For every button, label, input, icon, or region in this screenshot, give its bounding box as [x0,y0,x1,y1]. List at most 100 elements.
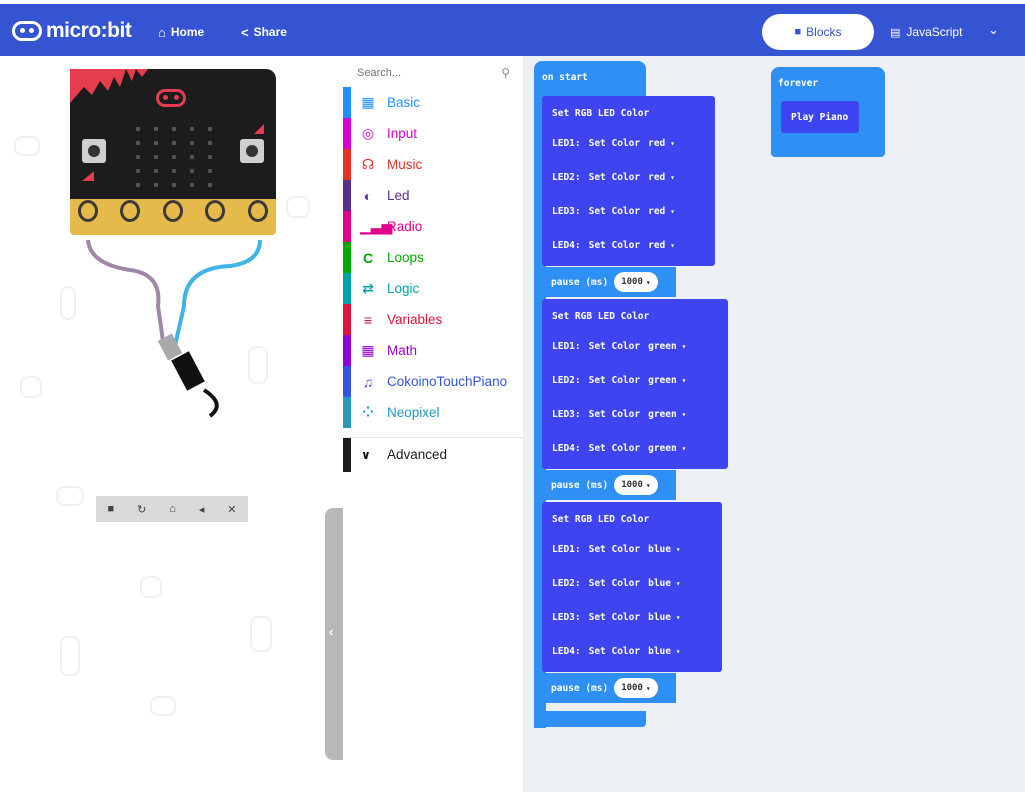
category-led[interactable]: ◐ Led [343,180,523,211]
led-label: LED2: [552,578,581,589]
led-pixel[interactable] [154,141,158,145]
toggle-icon: ◐ [363,187,373,204]
led-pixel[interactable] [208,141,212,145]
pin-1[interactable] [120,200,140,222]
spinner-icon: ⁘ [362,404,374,420]
led-pixel[interactable] [154,127,158,131]
home-button[interactable]: ⌂ Home [158,22,204,42]
led-pixel[interactable] [136,127,140,131]
chevron-down-icon[interactable]: ⌄ [988,22,999,38]
set-rgb-led-block-blue[interactable]: Set RGB LED Color LED1: Set Color blue L… [542,502,722,672]
set-rgb-led-block-green[interactable]: Set RGB LED Color LED1: Set Color green … [542,299,728,469]
slow-motion-icon[interactable]: ⌂ [169,503,176,515]
background-doodle [14,136,40,156]
pin-0[interactable] [78,200,98,222]
led-pixel[interactable] [136,169,140,173]
led-pixel[interactable] [154,155,158,159]
collapse-simulator-handle[interactable]: ‹ [325,508,343,760]
led-pixel[interactable] [172,141,176,145]
led-pixel[interactable] [154,183,158,187]
pause-block[interactable]: pause (ms) 1000 [542,470,676,500]
category-basic[interactable]: ▦ Basic [343,87,523,118]
led-row: LED2: Set Color red [552,172,675,183]
led-pixel[interactable] [172,127,176,131]
led-label: LED1: [552,138,581,149]
led-pixel[interactable] [190,141,194,145]
category-neopixel[interactable]: ⁘ Neopixel [343,397,523,428]
pause-block[interactable]: pause (ms) 1000 [542,673,676,703]
color-dropdown[interactable]: green [648,443,686,454]
color-dropdown[interactable]: green [648,409,686,420]
led-pixel[interactable] [136,183,140,187]
microbit-logo[interactable]: micro:bit [12,14,132,48]
category-radio[interactable]: ▁▃▅ Radio [343,211,523,242]
color-dropdown[interactable]: green [648,375,686,386]
led-pixel[interactable] [208,155,212,159]
pin-3v[interactable] [205,200,225,222]
category-music[interactable]: ☊ Music [343,149,523,180]
led-pixel[interactable] [136,141,140,145]
led-pixel[interactable] [208,183,212,187]
led-pixel[interactable] [190,183,194,187]
category-variables[interactable]: ≡ Variables [343,304,523,335]
color-dropdown[interactable]: green [648,341,686,352]
led-row: LED1: Set Color red [552,138,675,149]
microbit-board[interactable] [70,69,276,237]
color-dropdown[interactable]: blue [648,646,681,657]
led-pixel[interactable] [172,183,176,187]
toolbox: ⚲ ▦ Basic ◎ Input ☊ Music ◐ Led ▁▃▅ Radi… [343,56,523,792]
set-color-label: Set Color [588,443,641,454]
search-input[interactable] [355,62,520,84]
led-pixel[interactable] [190,155,194,159]
category-logic[interactable]: ⇄ Logic [343,273,523,304]
blocks-tab[interactable]: ■ Blocks [762,14,874,50]
set-color-label: Set Color [588,138,641,149]
pause-block[interactable]: pause (ms) 1000 [542,267,676,297]
led-pixel[interactable] [136,155,140,159]
led-pixel[interactable] [208,127,212,131]
led-pixel[interactable] [172,155,176,159]
fullscreen-icon[interactable]: ✕ [227,503,236,516]
category-input[interactable]: ◎ Input [343,118,523,149]
blocks-workspace[interactable]: on start Set RGB LED Color LED1: Set Col… [523,56,1025,792]
pin-2[interactable] [163,200,183,222]
led-pixel[interactable] [172,169,176,173]
pause-value-dropdown[interactable]: 1000 [614,678,658,698]
share-button[interactable]: < Share [241,22,287,42]
pin-gnd[interactable] [248,200,268,222]
color-dropdown[interactable]: red [648,172,675,183]
restart-icon[interactable]: ↻ [137,503,146,516]
set-rgb-led-block-red[interactable]: Set RGB LED Color LED1: Set Color red LE… [542,96,715,266]
on-start-block[interactable]: on start [534,61,646,96]
set-color-label: Set Color [588,544,641,555]
stop-icon[interactable]: ■ [107,503,114,515]
color-dropdown[interactable]: blue [648,612,681,623]
category-color-bar [343,397,351,428]
javascript-tab[interactable]: ▤ JavaScript [890,22,962,42]
color-dropdown[interactable]: red [648,206,675,217]
touch-logo-icon[interactable] [156,89,186,107]
mute-icon[interactable]: ◂ [199,503,205,516]
chevron-left-icon: ‹ [329,624,334,639]
category-advanced[interactable]: ∨ Advanced [343,437,523,472]
category-loops[interactable]: C Loops [343,242,523,273]
category-cokoinotouchpiano[interactable]: ♫ CokoinoTouchPiano [343,366,523,397]
led-pixel[interactable] [208,169,212,173]
led-pixel[interactable] [190,169,194,173]
color-dropdown[interactable]: red [648,240,675,251]
pause-value-dropdown[interactable]: 1000 [614,475,658,495]
category-math[interactable]: ▦ Math [343,335,523,366]
led-pixel[interactable] [154,169,158,173]
pause-value-dropdown[interactable]: 1000 [614,272,658,292]
color-dropdown[interactable]: red [648,138,675,149]
button-a[interactable] [82,139,106,163]
speaker-mark-icon [82,171,94,181]
color-dropdown[interactable]: blue [648,578,681,589]
play-piano-block[interactable]: Play Piano [781,101,859,133]
led-pixel[interactable] [190,127,194,131]
category-color-bar [343,211,351,242]
search-icon[interactable]: ⚲ [501,66,510,80]
set-color-label: Set Color [588,240,641,251]
button-b[interactable] [240,139,264,163]
color-dropdown[interactable]: blue [648,544,681,555]
